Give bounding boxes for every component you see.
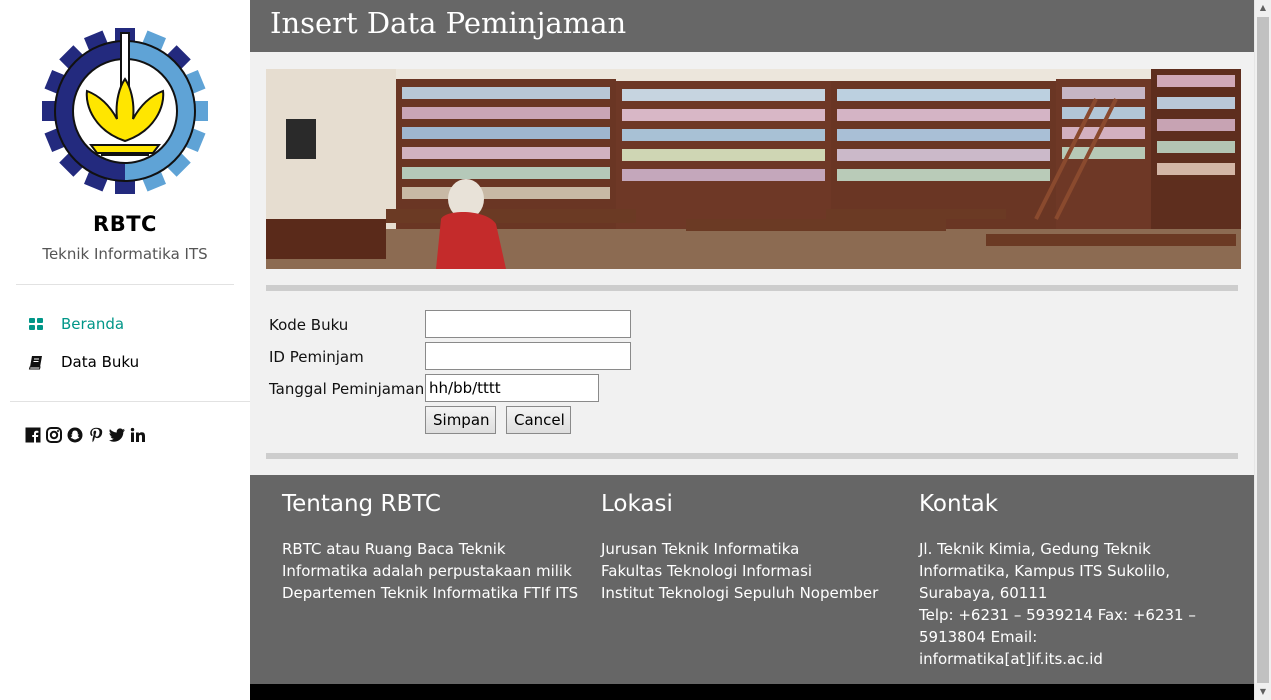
footer-contact-title: Kontak (919, 491, 999, 517)
instagram-icon[interactable] (46, 427, 62, 443)
id-peminjam-label: ID Peminjam (269, 348, 364, 366)
facebook-icon[interactable] (25, 427, 41, 443)
footer-location-title: Lokasi (601, 491, 673, 517)
scroll-down-arrow-icon[interactable]: ▼ (1255, 684, 1271, 700)
footer-contact: Kontak Jl. Teknik Kimia, Gedung Teknik I… (919, 489, 1229, 670)
scroll-up-arrow-icon[interactable]: ▲ (1255, 0, 1271, 16)
page-header: Insert Data Peminjaman (250, 0, 1254, 52)
simpan-button[interactable]: Simpan (425, 406, 496, 434)
footer-location: Lokasi Jurusan Teknik Informatika Fakult… (601, 489, 901, 604)
tanggal-peminjaman-label: Tanggal Peminjaman (269, 380, 425, 398)
tanggal-peminjaman-input[interactable] (425, 374, 599, 402)
brand-subtitle: Teknik Informatika ITS (42, 245, 208, 263)
footer-about: Tentang RBTC RBTC atau Ruang Baca Teknik… (282, 489, 582, 604)
kode-buku-label: Kode Buku (269, 316, 349, 334)
vertical-scrollbar[interactable]: ▲ ▼ (1254, 0, 1271, 700)
section-divider (266, 285, 1238, 291)
linkedin-icon[interactable] (130, 427, 146, 443)
its-logo (42, 28, 208, 194)
sidebar-item-beranda[interactable]: Beranda (28, 311, 124, 337)
library-banner-image (266, 69, 1241, 269)
sidebar: RBTC Teknik Informatika ITS Beranda Data… (0, 0, 250, 700)
footer-about-text: RBTC atau Ruang Baca Teknik Informatika … (282, 540, 579, 602)
cancel-button[interactable]: Cancel (506, 406, 571, 434)
sidebar-divider (16, 284, 234, 285)
snapchat-icon[interactable] (67, 427, 83, 443)
sidebar-item-label: Beranda (61, 315, 125, 333)
sidebar-divider (10, 401, 250, 402)
id-peminjam-input[interactable] (425, 342, 631, 370)
sidebar-item-label: Data Buku (61, 353, 140, 371)
footer-about-title: Tentang RBTC (282, 491, 441, 517)
scrollbar-thumb[interactable] (1257, 17, 1269, 683)
footer-location-text: Jurusan Teknik Informatika Fakultas Tekn… (601, 540, 879, 602)
social-links (25, 427, 146, 443)
book-icon (28, 354, 44, 370)
pinterest-icon[interactable] (88, 427, 104, 443)
twitter-icon[interactable] (109, 427, 125, 443)
kode-buku-input[interactable] (425, 310, 631, 338)
dashboard-icon (28, 316, 44, 332)
section-divider (266, 453, 1238, 459)
bottom-bar (250, 684, 1254, 700)
sidebar-item-data-buku[interactable]: Data Buku (28, 349, 139, 375)
page-title: Insert Data Peminjaman (270, 6, 627, 40)
footer: Tentang RBTC RBTC atau Ruang Baca Teknik… (250, 475, 1254, 684)
brand-title: RBTC (93, 212, 157, 236)
footer-contact-text: Jl. Teknik Kimia, Gedung Teknik Informat… (919, 540, 1196, 668)
